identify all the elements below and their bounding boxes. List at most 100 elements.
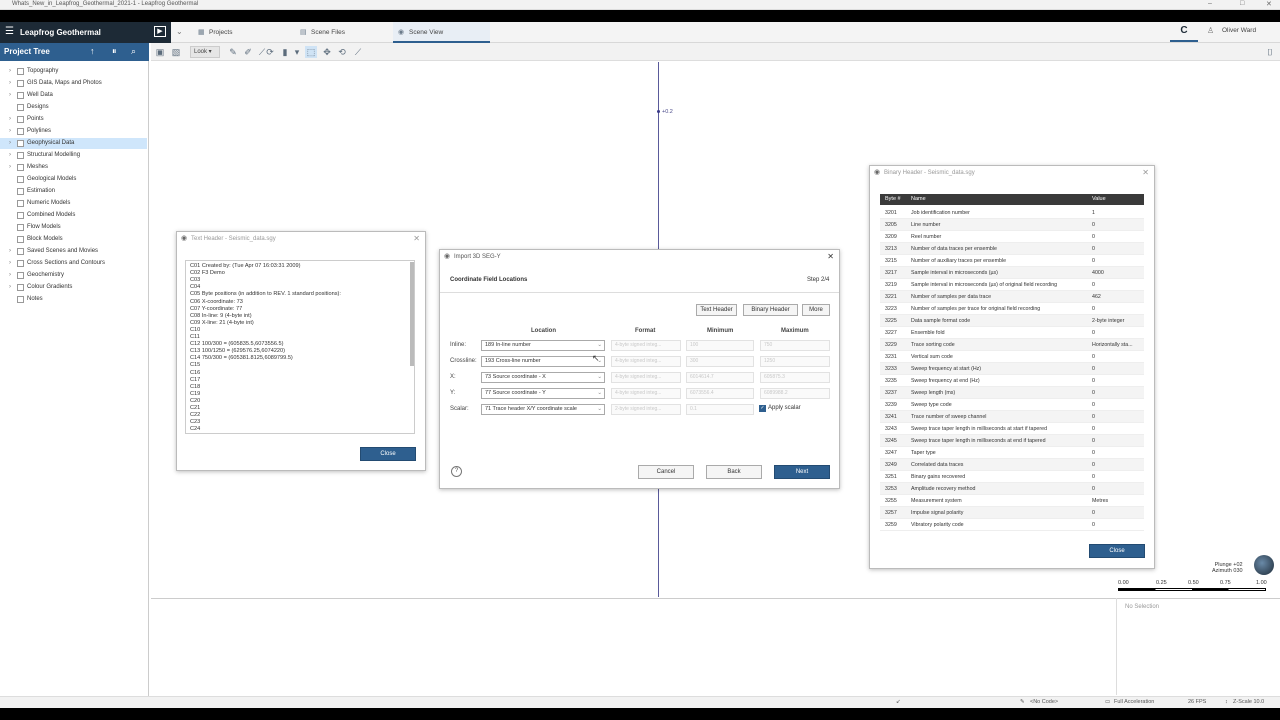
table-row[interactable]: 3237 Sweep length (ms) 0 <box>880 387 1144 399</box>
tree-item[interactable]: › Colour Gradients <box>0 282 147 293</box>
play-icon[interactable]: ▶ <box>154 26 166 37</box>
chevron-right-icon[interactable]: › <box>9 162 11 173</box>
table-row[interactable]: 3223 Number of samples per trace for orig… <box>880 303 1144 315</box>
tree-item[interactable]: › Geophysical Data <box>0 138 147 149</box>
layout-icon[interactable]: ▧ <box>170 46 182 58</box>
table-row[interactable]: 3251 Binary gains recovered 0 <box>880 471 1144 483</box>
tree-item[interactable]: Flow Models <box>0 222 147 233</box>
search-icon[interactable]: ⌕ <box>131 46 136 57</box>
view-icon[interactable]: ▣ <box>154 46 166 58</box>
tree-item[interactable]: › Geochemistry <box>0 270 147 281</box>
slice-icon[interactable]: ▮ <box>279 46 291 58</box>
table-row[interactable]: 3253 Amplitude recovery method 0 <box>880 483 1144 495</box>
table-row[interactable]: 3243 Sweep trace taper length in millisec… <box>880 423 1144 435</box>
chevron-right-icon[interactable]: › <box>9 90 11 101</box>
location-dropdown[interactable]: 77 Source coordinate - Y ⌄ <box>481 388 605 399</box>
tree-item[interactable]: › Polylines <box>0 126 147 137</box>
help-icon[interactable]: ? <box>451 466 462 477</box>
table-row[interactable]: 3215 Number of auxiliary traces per ensem… <box>880 255 1144 267</box>
location-dropdown[interactable]: 193 Cross-line number ⌄ <box>481 356 605 367</box>
user-name[interactable]: Oliver Ward <box>1222 27 1256 34</box>
tree-item[interactable]: Designs <box>0 102 147 113</box>
table-row[interactable]: 3209 Reel number 0 <box>880 231 1144 243</box>
table-row[interactable]: 3245 Sweep trace taper length in millisec… <box>880 435 1144 447</box>
tree-item[interactable]: › Structural Modelling <box>0 150 147 161</box>
text-header-close-button[interactable]: Close <box>360 447 416 461</box>
code-status[interactable]: <No Code> <box>1030 699 1058 705</box>
next-button[interactable]: Next <box>774 465 830 479</box>
table-row[interactable]: 3213 Number of data traces per ensemble 0 <box>880 243 1144 255</box>
chevron-right-icon[interactable]: › <box>9 114 11 125</box>
back-button[interactable]: Back <box>706 465 762 479</box>
window-close-button[interactable]: ✕ <box>1266 0 1272 8</box>
table-row[interactable]: 3241 Trace number of sweep channel 0 <box>880 411 1144 423</box>
table-row[interactable]: 3221 Number of samples per data trace 462 <box>880 291 1144 303</box>
location-dropdown[interactable]: 73 Source coordinate - X ⌄ <box>481 372 605 383</box>
table-row[interactable]: 3219 Sample interval in microseconds (µs)… <box>880 279 1144 291</box>
leapfrog-logo-icon[interactable]: C <box>1170 22 1198 42</box>
tree-item[interactable]: › Well Data <box>0 90 147 101</box>
tree-item[interactable]: › Points <box>0 114 147 125</box>
tree-item[interactable]: Numeric Models <box>0 198 147 209</box>
table-row[interactable]: 3235 Sweep frequency at end (Hz) 0 <box>880 375 1144 387</box>
table-row[interactable]: 3249 Correlated data traces 0 <box>880 459 1144 471</box>
scrollbar[interactable] <box>410 262 414 366</box>
close-icon[interactable]: ✕ <box>827 250 834 264</box>
select-icon[interactable]: ⬚ <box>305 46 317 58</box>
binary-header-button[interactable]: Binary Header <box>743 304 798 316</box>
look-dropdown[interactable]: Look ▾ <box>190 46 220 58</box>
arrow-up-icon[interactable]: ↑ <box>90 46 95 56</box>
close-icon[interactable]: ✕ <box>413 232 420 246</box>
text-header-button[interactable]: Text Header <box>696 304 737 316</box>
chevron-down-icon[interactable]: ⌄ <box>176 27 183 36</box>
tree-item[interactable]: › Cross Sections and Contours <box>0 258 147 269</box>
tree-item[interactable]: Block Models <box>0 234 147 245</box>
tree-item[interactable]: Combined Models <box>0 210 147 221</box>
chevron-right-icon[interactable]: › <box>9 78 11 89</box>
apply-scalar-checkbox[interactable]: ✓ <box>759 405 766 412</box>
table-row[interactable]: 3229 Trace sorting code Horizontally sta..… <box>880 339 1144 351</box>
table-row[interactable]: 3231 Vertical sum code 0 <box>880 351 1144 363</box>
table-row[interactable]: 3201 Job identification number 1 <box>880 207 1144 219</box>
move-icon[interactable]: ✥ <box>321 46 333 58</box>
chevron-right-icon[interactable]: › <box>9 246 11 257</box>
close-icon[interactable]: ✕ <box>1142 166 1149 180</box>
ruler-icon[interactable]: ⟋ <box>352 46 364 58</box>
globe-compass-icon[interactable] <box>1254 555 1274 575</box>
chevron-right-icon[interactable]: › <box>9 150 11 161</box>
table-row[interactable]: 3233 Sweep frequency at start (Hz) 0 <box>880 363 1144 375</box>
table-row[interactable]: 3247 Taper type 0 <box>880 447 1144 459</box>
tree-item[interactable]: › Meshes <box>0 162 147 173</box>
tab-projects[interactable]: ▦ Projects <box>193 22 273 43</box>
pencil-icon[interactable]: ✐ <box>242 46 254 58</box>
tree-item[interactable]: Geological Models <box>0 174 147 185</box>
slice-menu-icon[interactable]: ▾ <box>291 46 303 58</box>
maximize-button[interactable]: □ <box>1240 0 1244 7</box>
chevron-right-icon[interactable]: › <box>9 258 11 269</box>
zscale-status[interactable]: Z-Scale 10.0 <box>1233 699 1264 705</box>
chevron-right-icon[interactable]: › <box>9 270 11 281</box>
draw-icon[interactable]: ✎ <box>227 46 239 58</box>
table-row[interactable]: 3217 Sample interval in microseconds (µs)… <box>880 267 1144 279</box>
table-row[interactable]: 3205 Line number 0 <box>880 219 1144 231</box>
minimize-button[interactable]: – <box>1208 0 1212 7</box>
tree-item[interactable]: › Topography <box>0 66 147 77</box>
refresh-icon[interactable]: ⟲ <box>336 46 348 58</box>
tab-scene-files[interactable]: ▤ Scene Files <box>295 22 385 43</box>
location-dropdown[interactable]: 71 Trace header X/Y coordinate scale ⌄ <box>481 404 605 415</box>
pause-icon[interactable]: ⏸ <box>112 46 117 57</box>
tab-scene-view[interactable]: ◉ Scene View <box>393 22 490 43</box>
tree-item[interactable]: Estimation <box>0 186 147 197</box>
table-row[interactable]: 3227 Ensemble fold 0 <box>880 327 1144 339</box>
table-row[interactable]: 3225 Data sample format code 2-byte intege… <box>880 315 1144 327</box>
chevron-right-icon[interactable]: › <box>9 126 11 137</box>
rotate-icon[interactable]: ⟳ <box>264 46 276 58</box>
tree-item[interactable]: Notes <box>0 294 147 305</box>
more-button[interactable]: More <box>802 304 830 316</box>
table-row[interactable]: 3257 Impulse signal polarity 0 <box>880 507 1144 519</box>
tree-item[interactable]: › Saved Scenes and Movies <box>0 246 147 257</box>
chevron-right-icon[interactable]: › <box>9 138 11 149</box>
hamburger-menu-icon[interactable]: ☰ <box>5 26 14 37</box>
text-header-content[interactable]: C01 Created by: (Tue Apr 07 16:03:31 200… <box>185 260 415 434</box>
table-row[interactable]: 3259 Vibratory polarity code 0 <box>880 519 1144 531</box>
